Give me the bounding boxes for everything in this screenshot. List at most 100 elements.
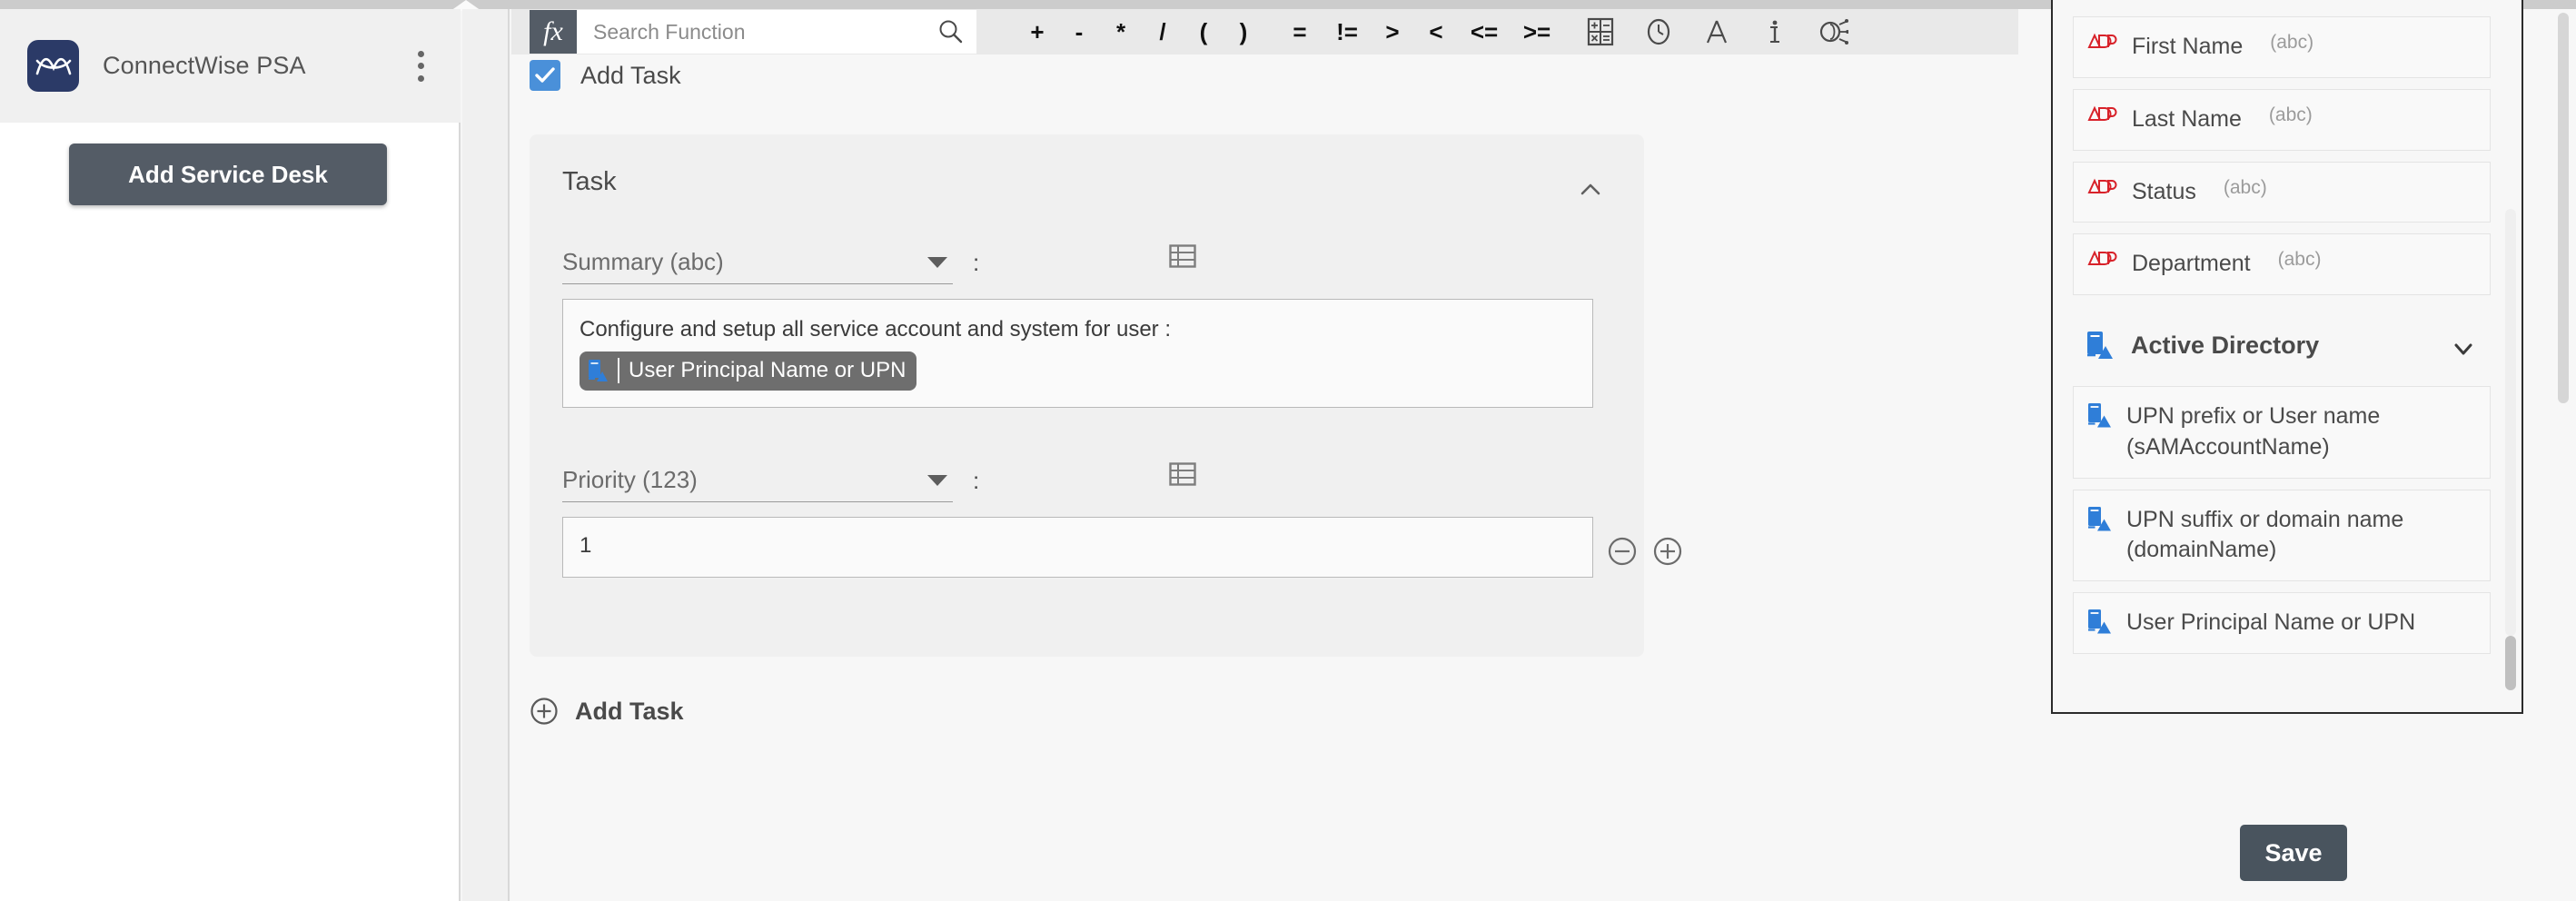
add-task-checkbox-label: Add Task (580, 61, 681, 89)
save-button[interactable]: Save (2240, 825, 2347, 881)
picker-item-label: UPN suffix or domain name (domainName) (2126, 506, 2404, 563)
add-task-checkbox[interactable] (530, 60, 560, 91)
minus-circle-icon[interactable] (1607, 536, 1638, 567)
picker-item-status[interactable]: Status (abc) (2073, 161, 2491, 223)
priority-stepper (1607, 536, 1683, 567)
operator-not-equals[interactable]: != (1323, 10, 1371, 54)
clock-icon[interactable] (1636, 10, 1681, 54)
table-grid-icon[interactable] (1169, 462, 1196, 486)
picker-item-type: (abc) (2277, 249, 2322, 271)
picker-group-active-directory[interactable]: Active Directory (2073, 321, 2491, 377)
field-priority-select[interactable]: Priority (123) (562, 459, 953, 502)
picker-item-type: (abc) (2223, 176, 2267, 198)
field-summary-token[interactable]: User Principal Name or UPN (580, 351, 917, 391)
picker-item-user-principal-name[interactable]: User Principal Name or UPN (2073, 592, 2491, 654)
picker-item-last-name[interactable]: Last Name (abc) (2073, 88, 2491, 151)
operator-greater-equal[interactable]: >= (1511, 10, 1563, 54)
adp-icon (2086, 177, 2117, 197)
field-summary-value[interactable]: Configure and setup all service account … (562, 299, 1593, 408)
kebab-menu-icon[interactable] (417, 50, 424, 82)
picker-item-department[interactable]: Department (abc) (2073, 233, 2491, 295)
field-priority-label: Priority (123) (562, 466, 698, 493)
function-toolbar: fx + - * / ( ) = != > < <= >= (511, 9, 2018, 54)
text-format-icon[interactable] (1694, 10, 1739, 54)
picker-scrollbar-track[interactable] (2505, 209, 2516, 636)
field-priority-value[interactable]: 1 (562, 517, 1593, 578)
picker-group-label: Active Directory (2131, 331, 2320, 359)
search-function-wrapper (577, 10, 976, 54)
task-card-header: Task (562, 167, 1611, 222)
search-function-input[interactable] (577, 10, 976, 54)
table-grid-icon[interactable] (1169, 244, 1196, 268)
picker-item-label: Department (2132, 251, 2251, 277)
active-directory-icon (2086, 330, 2115, 361)
adp-icon (2086, 104, 2117, 124)
add-task-checkbox-row[interactable]: Add Task (530, 60, 681, 91)
task-card: Task Summary (abc) : Configure and setup… (530, 134, 1682, 657)
field-summary-label-row: Summary (abc) : (562, 239, 1589, 286)
operator-minus[interactable]: - (1058, 10, 1100, 54)
field-summary-token-label: User Principal Name or UPN (629, 357, 907, 382)
field-priority-label-row: Priority (123) : (562, 457, 1589, 504)
picker-item-type: (abc) (2268, 104, 2313, 125)
picker-item-type: (abc) (2270, 32, 2314, 53)
token-caret-bar (618, 358, 619, 384)
task-card-title: Task (562, 167, 617, 196)
field-priority: Priority (123) : 1 (562, 457, 1682, 578)
chevron-down-icon[interactable] (927, 256, 947, 268)
field-priority-text: 1 (580, 533, 592, 558)
operator-less-than[interactable]: < (1414, 10, 1458, 54)
operator-close-paren[interactable]: ) (1224, 10, 1263, 54)
calculator-icon[interactable] (1578, 10, 1623, 54)
fx-button[interactable]: fx (530, 10, 577, 54)
app-root: ConnectWise PSA Add Service Desk fx + - … (0, 0, 2576, 901)
adp-icon (2086, 249, 2117, 269)
field-picker-popup: First Name (abc) Last Name (abc) Status … (2051, 0, 2523, 714)
active-directory-icon (2086, 608, 2112, 635)
app-title: ConnectWise PSA (103, 52, 306, 79)
active-directory-icon (2086, 401, 2112, 429)
page-scrollbar-thumb[interactable] (2558, 13, 2569, 403)
field-priority-colon: : (973, 466, 980, 494)
operator-divide[interactable]: / (1142, 10, 1184, 54)
operator-plus[interactable]: + (1016, 10, 1058, 54)
info-icon[interactable] (1752, 10, 1798, 54)
plus-circle-icon[interactable] (1652, 536, 1683, 567)
plus-circle-icon (530, 697, 559, 726)
add-task-link-label: Add Task (575, 697, 684, 725)
picker-item-first-name[interactable]: First Name (abc) (2073, 16, 2491, 78)
logic-gear-icon[interactable] (1810, 10, 1856, 54)
picker-item-label: Status (2132, 178, 2196, 204)
operator-less-equal[interactable]: <= (1458, 10, 1511, 54)
operator-greater-than[interactable]: > (1371, 10, 1414, 54)
connectwise-logo-icon (27, 40, 79, 92)
field-summary-label: Summary (abc) (562, 248, 724, 275)
sidebar-gutter (462, 9, 510, 901)
picker-item-upn-suffix[interactable]: UPN suffix or domain name (domainName) (2073, 489, 2491, 581)
field-summary-select[interactable]: Summary (abc) (562, 241, 953, 284)
active-directory-icon (2086, 505, 2112, 532)
add-task-link[interactable]: Add Task (530, 697, 684, 726)
adp-icon (2086, 32, 2117, 52)
field-summary-colon: : (973, 248, 980, 276)
picker-item-label: UPN prefix or User name (sAMAccountName) (2126, 403, 2381, 460)
app-header-row[interactable]: ConnectWise PSA (0, 9, 461, 123)
picker-item-label: User Principal Name or UPN (2126, 609, 2416, 635)
picker-item-upn-prefix[interactable]: UPN prefix or User name (sAMAccountName) (2073, 386, 2491, 479)
active-directory-icon (587, 359, 609, 382)
left-sidebar: ConnectWise PSA Add Service Desk (0, 9, 461, 901)
picker-scrollbar-thumb[interactable] (2505, 636, 2516, 690)
chevron-down-icon[interactable] (2451, 336, 2476, 361)
picker-item-label: First Name (2132, 34, 2244, 59)
chevron-up-icon[interactable] (1577, 176, 1604, 203)
operator-equals[interactable]: = (1276, 10, 1323, 54)
picker-item-label: Last Name (2132, 105, 2242, 132)
search-icon[interactable] (936, 18, 964, 45)
operator-open-paren[interactable]: ( (1184, 10, 1224, 54)
chevron-down-icon[interactable] (927, 474, 947, 486)
add-service-desk-button[interactable]: Add Service Desk (69, 144, 387, 205)
field-picker-list: First Name (abc) Last Name (abc) Status … (2053, 0, 2522, 712)
field-summary: Summary (abc) : Configure and setup all … (562, 239, 1593, 408)
field-summary-text: Configure and setup all service account … (580, 317, 1171, 342)
operator-multiply[interactable]: * (1100, 10, 1142, 54)
